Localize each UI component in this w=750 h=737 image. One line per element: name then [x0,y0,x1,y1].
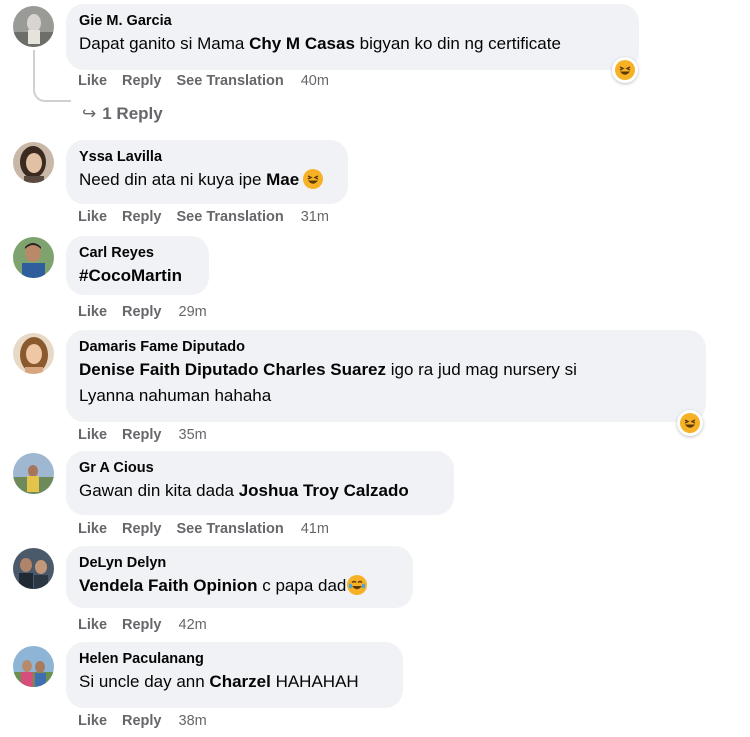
timestamp[interactable]: 41m [301,521,329,537]
comment-text: Denise Faith Diputado Charles Suarez igo… [79,360,577,379]
comment-actions: Like Reply 42m [78,617,222,633]
like-button[interactable]: Like [78,617,107,633]
reply-button[interactable]: Reply [122,304,162,320]
view-replies-link[interactable]: ↪ 1 Reply [82,104,163,124]
hashtag-link[interactable]: #CocoMartin [79,266,182,285]
comment-text: Need din ata ni kuya ipe Mae [79,167,336,193]
avatar[interactable] [13,6,54,47]
comment-text: Vendela Faith Opinion c papa dad [79,573,401,599]
comment-text: Si uncle day ann Charzel HAHAHAH [79,672,359,691]
avatar[interactable] [13,548,54,589]
like-button[interactable]: Like [78,713,107,729]
comment-actions: Like Reply 38m [78,713,222,729]
comment-author[interactable]: DeLyn Delyn [79,554,401,573]
timestamp[interactable]: 35m [179,427,207,443]
comment-actions: Like Reply See Translation 40m [78,73,344,89]
timestamp[interactable]: 38m [179,713,207,729]
comment-author[interactable]: Yssa Lavilla [79,148,336,167]
reply-button[interactable]: Reply [122,73,162,89]
comment-actions: Like Reply See Translation 41m [78,521,344,537]
like-button[interactable]: Like [78,304,107,320]
mention-link[interactable]: Chy M Casas [249,34,355,53]
reply-arrow-icon: ↪ [82,104,97,123]
timestamp[interactable]: 42m [179,617,207,633]
comment-author[interactable]: Gie M. Garcia [79,12,627,31]
comment-bubble: Helen Paculanang Si uncle day ann Charze… [66,642,403,708]
comment-actions: Like Reply 35m [78,427,222,443]
comment-text: #CocoMartin [79,263,197,289]
mention-link[interactable]: Vendela Faith Opinion [79,576,258,595]
see-translation-link[interactable]: See Translation [177,209,284,225]
comment-author[interactable]: Carl Reyes [79,244,197,263]
like-button[interactable]: Like [78,73,107,89]
see-translation-link[interactable]: See Translation [177,73,284,89]
comment-bubble: Gr A Cious Gawan din kita dada Joshua Tr… [66,451,454,515]
comment-text-line-2: Lyanna nahuman hahaha [79,386,272,405]
timestamp[interactable]: 29m [179,304,207,320]
laughing-tears-emoji-icon [347,575,368,595]
comment-text: Gawan din kita dada Joshua Troy Calzado [79,481,409,500]
mention-link[interactable]: Joshua Troy Calzado [239,481,409,500]
avatar[interactable] [13,646,54,687]
replies-count[interactable]: 1 Reply [102,104,162,123]
comment-actions: Like Reply 29m [78,304,222,320]
timestamp[interactable]: 31m [301,209,329,225]
timestamp[interactable]: 40m [301,73,329,89]
see-translation-link[interactable]: See Translation [177,521,284,537]
comment-bubble: DeLyn Delyn Vendela Faith Opinion c papa… [66,546,413,608]
comment-author[interactable]: Damaris Fame Diputado [79,338,694,357]
comment-author[interactable]: Gr A Cious [79,459,442,478]
mention-link[interactable]: Mae [266,170,299,189]
avatar[interactable] [13,453,54,494]
comment-bubble: Gie M. Garcia Dapat ganito si Mama Chy M… [66,4,639,70]
mention-link[interactable]: Charzel [209,672,270,691]
reply-button[interactable]: Reply [122,713,162,729]
avatar[interactable] [13,333,54,374]
avatar[interactable] [13,237,54,278]
comment-bubble: Damaris Fame Diputado Denise Faith Diput… [66,330,706,422]
like-button[interactable]: Like [78,521,107,537]
haha-reaction-icon[interactable] [677,410,703,436]
reply-button[interactable]: Reply [122,209,162,225]
comment-bubble: Carl Reyes #CocoMartin [66,236,209,295]
reply-button[interactable]: Reply [122,521,162,537]
comment-bubble: Yssa Lavilla Need din ata ni kuya ipe Ma… [66,140,348,204]
comment-actions: Like Reply See Translation 31m [78,209,344,225]
comment-author[interactable]: Helen Paculanang [79,650,391,669]
reply-button[interactable]: Reply [122,617,162,633]
mention-link[interactable]: Denise Faith Diputado Charles Suarez [79,360,386,379]
haha-reaction-icon[interactable] [612,57,638,83]
like-button[interactable]: Like [78,427,107,443]
avatar[interactable] [13,142,54,183]
laughing-emoji-icon [303,169,324,189]
comment-text: Dapat ganito si Mama Chy M Casas bigyan … [79,34,561,53]
like-button[interactable]: Like [78,209,107,225]
reply-button[interactable]: Reply [122,427,162,443]
reply-thread-line [33,50,71,102]
